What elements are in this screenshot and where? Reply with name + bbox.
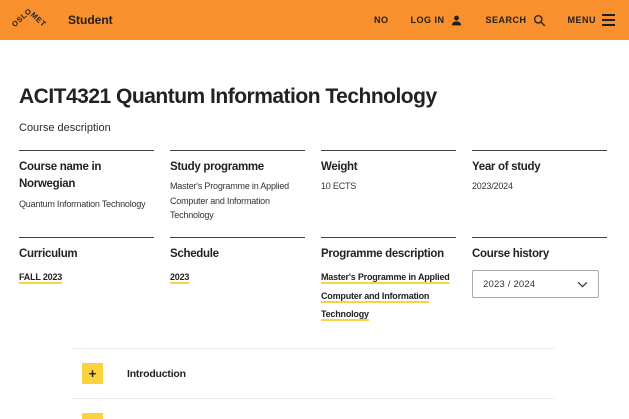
page-title: ACIT4321 Quantum Information Technology bbox=[19, 85, 437, 108]
cell-curriculum: Curriculum FALL 2023 bbox=[19, 237, 154, 322]
accordion-item-introduction[interactable]: + Introduction bbox=[73, 349, 555, 400]
chevron-down-icon bbox=[577, 281, 588, 288]
cell-study-programme: Study programme Master's Programme in Ap… bbox=[170, 150, 305, 225]
hamburger-menu-icon bbox=[602, 14, 615, 26]
cell-value: Master's Programme in Applied Computer a… bbox=[170, 181, 289, 221]
accordion-item-label: Introduction bbox=[127, 367, 186, 380]
cell-heading: Weight bbox=[321, 161, 358, 173]
oslomet-logo[interactable]: OSLO MET bbox=[10, 3, 52, 37]
logo-text-met: MET bbox=[28, 10, 49, 29]
top-header-bar: OSLO MET Student NO LOG IN SEARCH MENU bbox=[0, 0, 629, 40]
accordion-item-recommended-preliminary-courses[interactable]: + Recommended preliminary courses bbox=[73, 399, 555, 419]
login-button[interactable]: LOG IN bbox=[410, 14, 463, 27]
curriculum-link[interactable]: FALL 2023 bbox=[19, 272, 62, 282]
cell-heading: Study programme bbox=[170, 161, 264, 173]
cell-value: Quantum Information Technology bbox=[19, 198, 146, 209]
cell-heading: Year of study bbox=[472, 161, 541, 173]
expand-plus-icon[interactable]: + bbox=[82, 413, 103, 419]
header-nav: NO LOG IN SEARCH MENU bbox=[374, 14, 615, 27]
page-subtitle: Course description bbox=[19, 122, 111, 134]
course-history-selected-value: 2023 / 2024 bbox=[483, 278, 536, 290]
menu-label: MENU bbox=[567, 15, 596, 25]
cell-course-name-norwegian: Course name in Norwegian Quantum Informa… bbox=[19, 150, 154, 225]
language-toggle-no[interactable]: NO bbox=[374, 15, 389, 25]
cell-weight: Weight 10 ECTS bbox=[321, 150, 456, 225]
expand-plus-icon[interactable]: + bbox=[82, 363, 103, 385]
cell-course-history: Course history 2023 / 2024 bbox=[472, 237, 607, 322]
schedule-link[interactable]: 2023 bbox=[170, 272, 189, 282]
course-history-select[interactable]: 2023 / 2024 bbox=[472, 270, 599, 299]
login-label: LOG IN bbox=[410, 15, 445, 25]
main-content: ACIT4321 Quantum Information Technology … bbox=[0, 85, 629, 419]
cell-heading: Course history bbox=[472, 248, 549, 260]
course-info-grid: Course name in Norwegian Quantum Informa… bbox=[19, 150, 607, 322]
search-button[interactable]: SEARCH bbox=[485, 14, 545, 27]
search-label: SEARCH bbox=[485, 15, 527, 25]
language-label: NO bbox=[373, 15, 389, 25]
menu-button[interactable]: MENU bbox=[567, 14, 615, 26]
search-icon bbox=[533, 14, 546, 27]
programme-description-link[interactable]: Master's Programme in Applied Computer a… bbox=[321, 272, 450, 319]
cell-heading: Course name in Norwegian bbox=[19, 161, 102, 191]
cell-heading: Programme description bbox=[321, 248, 444, 260]
person-icon bbox=[450, 14, 463, 27]
cell-schedule: Schedule 2023 bbox=[170, 237, 305, 322]
cell-heading: Schedule bbox=[170, 248, 219, 260]
cell-year-of-study: Year of study 2023/2024 bbox=[472, 150, 607, 225]
cell-value: 10 ECTS bbox=[321, 181, 357, 192]
site-name-link[interactable]: Student bbox=[68, 13, 113, 27]
cell-value: 2023/2024 bbox=[472, 181, 513, 192]
cell-programme-description: Programme description Master's Programme… bbox=[321, 237, 456, 322]
cell-heading: Curriculum bbox=[19, 248, 78, 260]
course-sections-accordion: + Introduction + Recommended preliminary… bbox=[73, 348, 555, 419]
page: OSLO MET Student NO LOG IN SEARCH MENU A… bbox=[0, 0, 629, 419]
